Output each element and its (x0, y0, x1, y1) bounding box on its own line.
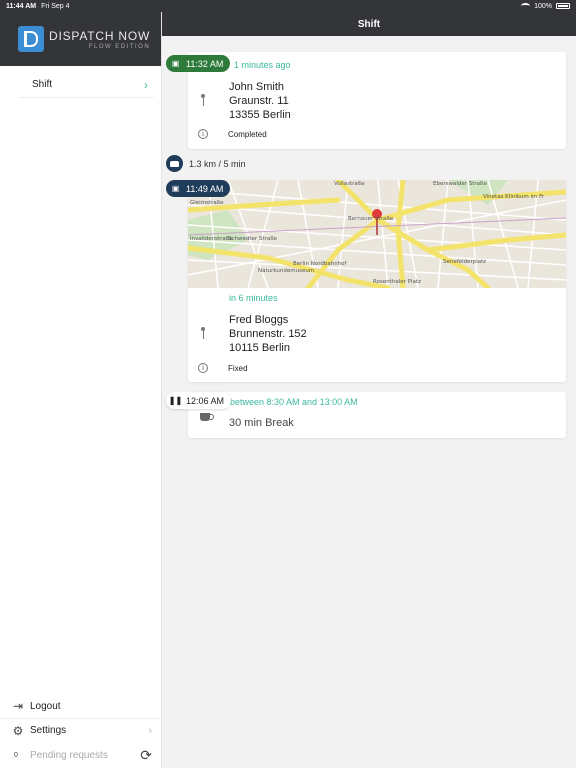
drive-segment: 1.3 km / 5 min (166, 155, 246, 172)
stop-status: Completed (228, 129, 267, 139)
map-label: Vollastraße (334, 181, 365, 187)
brand-text: DISPATCH NOW FLOW EDITION (49, 29, 150, 50)
stop-street: Graunstr. 11 (229, 95, 289, 107)
stop-time-badge: ▣ 11:49 AM (166, 180, 231, 197)
info-icon: i (198, 363, 208, 373)
map-label: Bernauer Straße (348, 216, 394, 222)
break-time: 12:06 AM (186, 395, 225, 406)
stop-name: John Smith (229, 81, 285, 93)
stop-city: 13355 Berlin (229, 109, 291, 121)
settings-button[interactable]: ⚙ Settings › (0, 718, 162, 742)
status-time: 11:44 AM (6, 2, 37, 10)
pause-icon: ❚❚ (168, 396, 183, 405)
package-icon: ▣ (171, 59, 180, 68)
brand-edition: FLOW EDITION (88, 43, 151, 50)
stop-eta: 1 minutes ago (234, 60, 291, 70)
stop-name: Fred Bloggs (229, 314, 289, 326)
stop-status-row: i Completed (198, 129, 267, 139)
stop-eta: in 6 minutes (229, 293, 278, 303)
stop-time: 11:32 AM (186, 58, 224, 69)
map-label: Rosenthaler Platz (373, 279, 421, 285)
status-date: Fri Sep 4 (41, 2, 70, 10)
brand-header: DISPATCH NOW FLOW EDITION (0, 12, 161, 66)
sidebar-item-label: Shift (32, 79, 53, 90)
stop-time: 11:49 AM (186, 183, 224, 194)
settings-label: Settings (30, 725, 67, 736)
map-label: Vinetas Klinikum im Fr (483, 194, 545, 200)
map-label: Naturkundemuseum (258, 268, 314, 274)
break-label: 30 min Break (229, 417, 294, 429)
gear-icon: ⚙ (12, 723, 24, 738)
map-label: Berlin Nordbahnhof (293, 261, 348, 267)
logout-icon: ⇥ (12, 699, 24, 713)
map-label: Eberswalder Straße (433, 181, 488, 187)
car-icon (166, 155, 183, 172)
break-card[interactable]: between 8:30 AM and 13:00 AM 30 min Brea… (188, 392, 566, 438)
map-label: Invalidenstraße (190, 236, 233, 242)
coffee-icon (200, 413, 214, 421)
pending-count: 0 (14, 751, 18, 759)
pin-icon (201, 327, 205, 339)
brand-name: DISPATCH NOW (49, 28, 151, 43)
map-label: Gleimstraße (190, 200, 224, 206)
stop-street: Brunnenstr. 152 (229, 328, 307, 340)
battery-percent: 100% (534, 2, 552, 10)
stop-status-row: i Fixed (198, 363, 248, 373)
stop-city: 10115 Berlin (229, 342, 290, 354)
status-right: 100% (521, 3, 570, 10)
status-bar: 11:44 AM Fri Sep 4 100% (0, 0, 576, 12)
logout-button[interactable]: ⇥ Logout (0, 694, 162, 718)
chevron-right-icon: › (144, 77, 148, 92)
wifi-icon (521, 3, 531, 9)
map-label: Senefelderplatz (443, 259, 486, 265)
info-icon: i (198, 129, 208, 139)
stop-card-2[interactable]: Vollastraße Eberswalder Straße Vinetas K… (188, 180, 566, 382)
chevron-right-icon: › (148, 724, 152, 737)
package-icon: ▣ (171, 184, 180, 193)
stop-card-1[interactable]: 1 minutes ago John Smith Graunstr. 11 13… (188, 52, 566, 149)
break-window: between 8:30 AM and 13:00 AM (230, 397, 358, 407)
stop-address: Fred Bloggs Brunnenstr. 152 10115 Berlin (229, 313, 307, 355)
pending-label: Pending requests (30, 749, 108, 761)
pin-icon (201, 94, 205, 106)
sidebar-item-shift[interactable]: Shift › (18, 72, 154, 98)
sync-icon[interactable]: ⟳ (140, 747, 152, 764)
map-label: Schwedter Straße (228, 236, 278, 242)
drive-text: 1.3 km / 5 min (189, 158, 246, 169)
map-preview[interactable]: Vollastraße Eberswalder Straße Vinetas K… (188, 180, 566, 288)
page-title: Shift (162, 12, 576, 36)
stop-address: John Smith Graunstr. 11 13355 Berlin (229, 80, 291, 122)
sidebar: DISPATCH NOW FLOW EDITION Shift › ⇥ Logo… (0, 12, 162, 768)
battery-icon (556, 3, 570, 9)
stop-time-badge: ▣ 11:32 AM (166, 55, 231, 72)
pending-requests: 0 Pending requests ⟳ (0, 743, 162, 767)
stop-status: Fixed (228, 363, 248, 373)
logo-icon (18, 26, 44, 52)
logout-label: Logout (30, 700, 61, 712)
break-time-badge: ❚❚ 12:06 AM (166, 392, 232, 409)
